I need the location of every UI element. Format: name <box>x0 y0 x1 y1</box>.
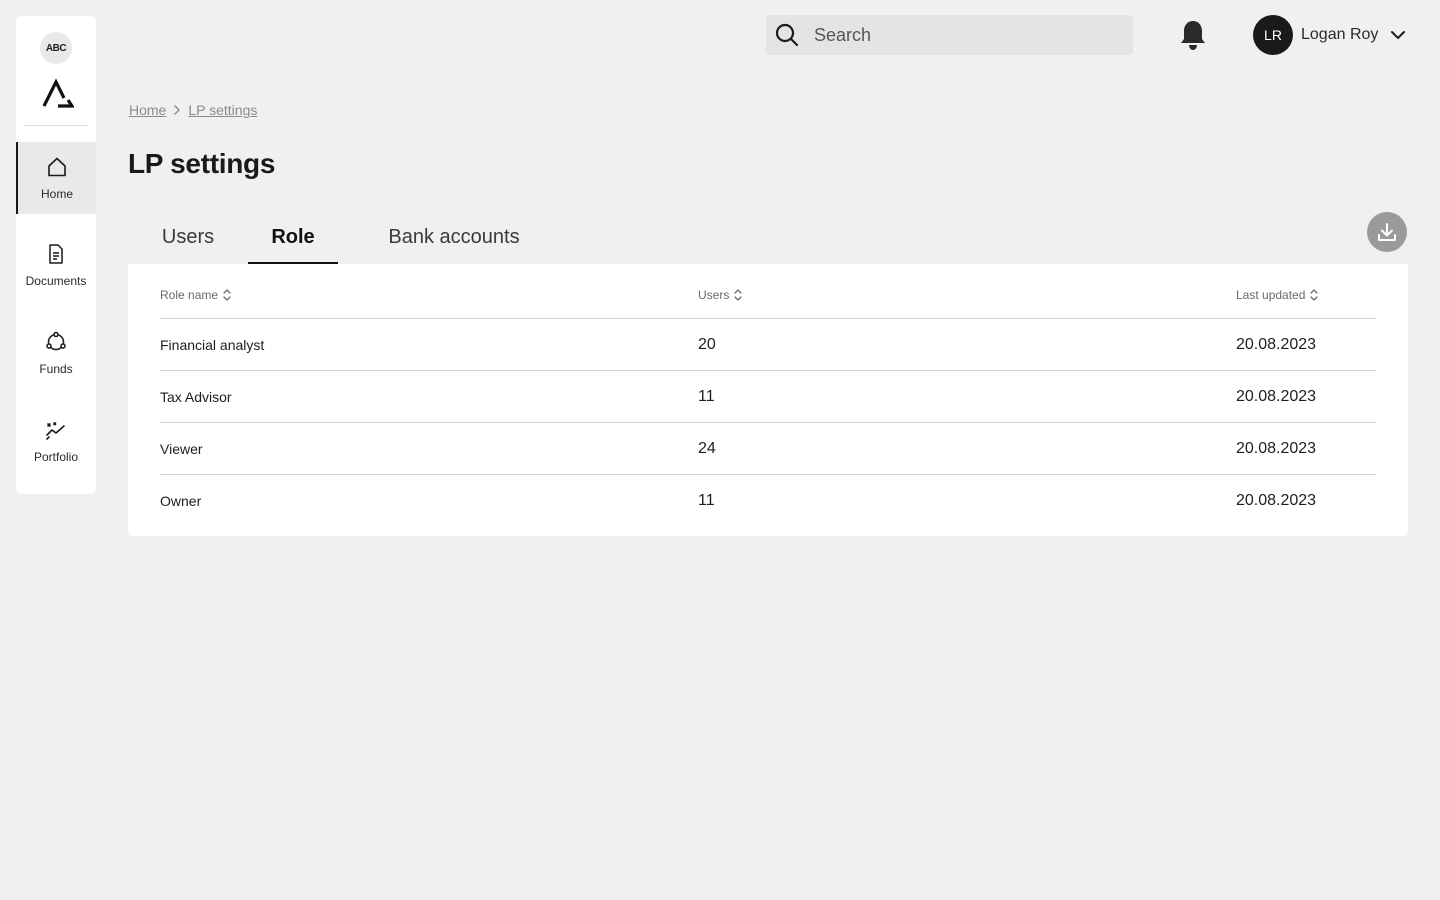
role-name-cell: Tax Advisor <box>160 389 232 405</box>
page-title: LP settings <box>128 148 276 179</box>
role-name-cell: Owner <box>160 493 202 509</box>
avatar: LR <box>1253 15 1293 55</box>
download-icon <box>1378 223 1396 241</box>
user-menu[interactable]: LR Logan Roy <box>1253 15 1408 55</box>
funds-icon <box>46 331 66 351</box>
table-header: Role name Users Last updated <box>160 286 1376 319</box>
column-header-last-updated[interactable]: Last updated <box>1236 288 1319 302</box>
users-count-cell: 11 <box>698 492 715 509</box>
users-count-cell: 24 <box>698 440 716 457</box>
column-header-users[interactable]: Users <box>698 288 743 302</box>
sidebar: ABC Home Documents Funds Portfolio <box>16 16 96 494</box>
sidebar-item-documents[interactable]: Documents <box>16 229 96 301</box>
table-row[interactable]: Tax Advisor 11 20.08.2023 <box>160 371 1376 423</box>
brand-logo-icon[interactable] <box>40 78 74 110</box>
sidebar-item-portfolio[interactable]: Portfolio <box>16 405 96 477</box>
last-updated-cell: 20.08.2023 <box>1236 388 1317 405</box>
org-badge[interactable]: ABC <box>40 32 72 64</box>
notification-bell-icon[interactable] <box>1177 18 1209 52</box>
breadcrumb-home-link[interactable]: Home <box>129 102 166 118</box>
document-icon <box>49 244 63 264</box>
sort-icon <box>1310 289 1319 301</box>
sidebar-item-label: Portfolio <box>33 450 79 464</box>
sidebar-item-label: Home <box>40 187 73 201</box>
tab-bar: Users Role Bank accounts <box>128 210 570 264</box>
table-row[interactable]: Owner 11 20.08.2023 <box>160 475 1376 527</box>
sidebar-item-funds[interactable]: Funds <box>16 317 96 389</box>
chevron-down-icon <box>1391 31 1406 39</box>
breadcrumb-lp-settings-link[interactable]: LP settings <box>188 102 257 118</box>
table-row[interactable]: Financial analyst 20 20.08.2023 <box>160 319 1376 371</box>
tab-role[interactable]: Role <box>248 210 338 264</box>
table-row[interactable]: Viewer 24 20.08.2023 <box>160 423 1376 475</box>
sidebar-item-label: Funds <box>39 362 73 376</box>
role-name-cell: Financial analyst <box>160 337 265 353</box>
user-name: Logan Roy <box>1301 26 1379 43</box>
last-updated-cell: 20.08.2023 <box>1236 440 1317 457</box>
chevron-right-icon <box>174 105 181 115</box>
sort-icon <box>734 289 742 301</box>
users-count-cell: 20 <box>698 336 716 353</box>
column-header-label: Users <box>698 288 730 302</box>
search-icon <box>775 23 799 47</box>
sort-icon <box>223 289 231 301</box>
column-header-role-name[interactable]: Role name <box>160 288 232 302</box>
users-count-cell: 11 <box>698 388 715 405</box>
home-icon <box>48 157 66 177</box>
sidebar-item-home[interactable]: Home <box>16 142 96 214</box>
sidebar-divider <box>24 125 88 126</box>
download-button[interactable] <box>1367 212 1407 252</box>
search-bar[interactable] <box>766 15 1133 55</box>
last-updated-cell: 20.08.2023 <box>1236 336 1317 353</box>
tab-users[interactable]: Users <box>128 210 248 264</box>
search-input[interactable] <box>814 24 1104 46</box>
portfolio-icon <box>46 422 65 440</box>
breadcrumb: Home LP settings <box>129 102 257 118</box>
column-header-label: Role name <box>160 288 219 302</box>
tab-bank-accounts[interactable]: Bank accounts <box>338 210 570 264</box>
roles-table: Role name Users Last updated Financial a… <box>128 264 1408 536</box>
column-header-label: Last updated <box>1236 288 1306 302</box>
sidebar-item-label: Documents <box>25 274 87 288</box>
last-updated-cell: 20.08.2023 <box>1236 492 1317 509</box>
role-name-cell: Viewer <box>160 441 203 457</box>
